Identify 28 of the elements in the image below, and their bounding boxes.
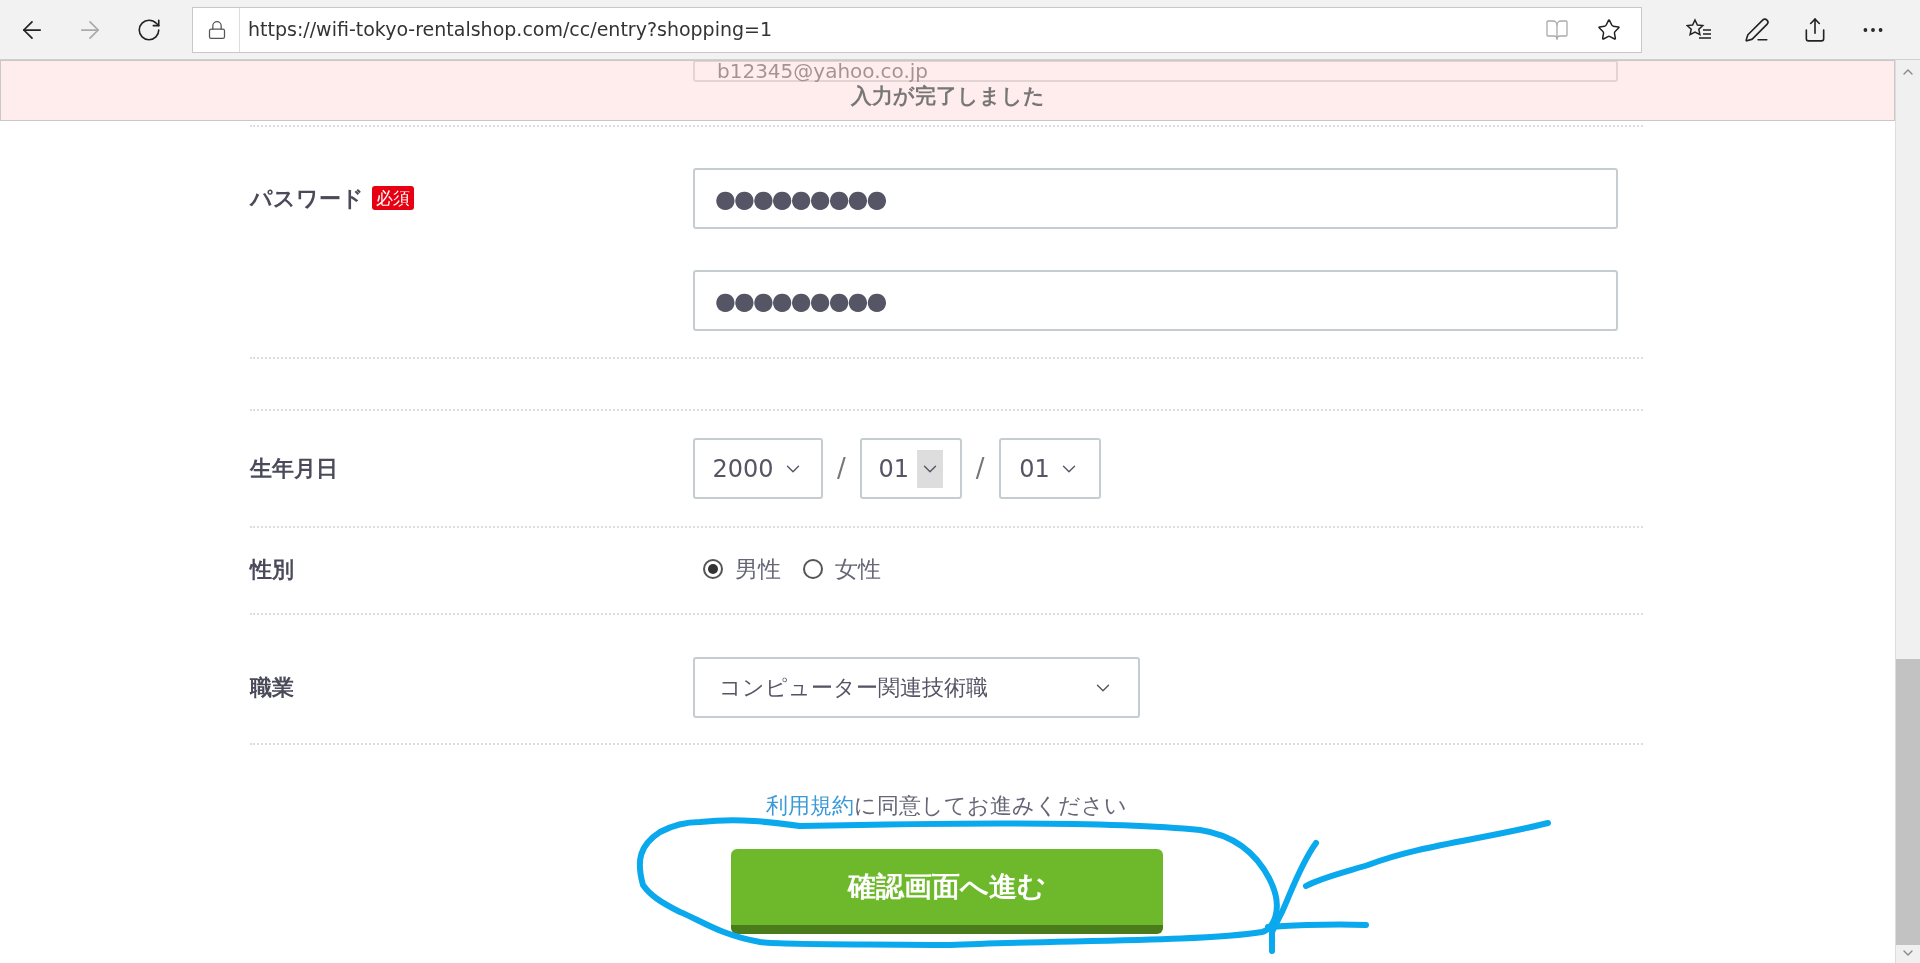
field-label: パスワード [250,184,364,213]
favorites-list-icon[interactable] [1686,17,1712,42]
address-bar[interactable]: https://wifi-tokyo-rentalshop.com/cc/entry?shopping=1 [192,6,1642,53]
select-field[interactable]: 01 [859,438,962,499]
scrollbar[interactable] [1895,60,1920,963]
terms-notice: 利用規約に同意してお進みください [766,792,1127,820]
radio-button[interactable] [703,559,723,579]
field-label: 性別 [250,556,294,582]
radio-label: 男性 [735,554,781,584]
date-separator: / [837,452,846,485]
password-field[interactable]: ●●●●●●●●● [693,168,1618,229]
scrollbar-thumb[interactable] [1896,659,1920,945]
date-separator: / [975,452,985,485]
occupation-select[interactable]: コンピューター関連技術職 [693,657,1140,718]
password-confirm-field[interactable]: ●●●●●●●●● [693,270,1618,331]
pen-icon[interactable] [1744,16,1770,43]
required-badge: 必須 [372,186,414,210]
field-label: 職業 [250,675,294,700]
banner-message: 入力が完了しました [850,82,1045,110]
radio-label: 女性 [835,554,881,584]
star-icon[interactable] [1597,17,1621,42]
field-label: 生年月日 [250,456,338,481]
url-text: https://wifi-tokyo-rentalshop.com/cc/entry?shopping=1 [248,17,774,43]
refresh-icon[interactable] [136,16,162,43]
select-field[interactable]: 01 [998,438,1101,499]
select-field[interactable]: 2000 [693,438,823,499]
radio-button[interactable] [803,559,823,579]
lock-icon [207,19,227,40]
